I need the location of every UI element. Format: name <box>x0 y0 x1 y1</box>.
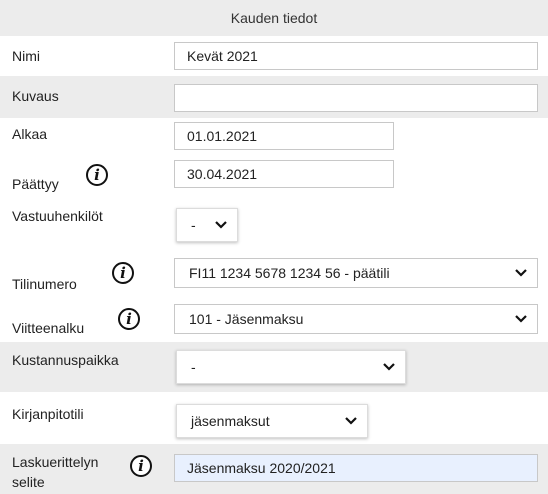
row-paattyy: Päättyy i 30.04.2021 <box>0 154 548 200</box>
section-title: Kauden tiedot <box>230 10 318 26</box>
kustannuspaikka-value: - <box>191 359 196 375</box>
kirjanpitotili-select[interactable]: jäsenmaksut <box>176 404 368 438</box>
laskuerittelyn-label-line2: selite <box>12 474 45 490</box>
paattyy-date-input[interactable]: 30.04.2021 <box>174 160 394 188</box>
row-laskuerittelyn-selite: Laskuerittelyn selite i Jäsenmaksu 2020/… <box>0 444 548 494</box>
laskuerittelyn-selite-input[interactable]: Jäsenmaksu 2020/2021 <box>174 454 538 482</box>
alkaa-date-input[interactable]: 01.01.2021 <box>174 122 394 150</box>
row-kirjanpitotili: Kirjanpitotili jäsenmaksut <box>0 392 548 444</box>
info-icon[interactable]: i <box>130 455 152 477</box>
row-viitteenalku: Viitteenalku i 101 - Jäsenmaksu <box>0 298 548 342</box>
vastuuhenkilot-select[interactable]: - <box>176 208 238 242</box>
alkaa-label: Alkaa <box>12 126 48 142</box>
nimi-input[interactable]: Kevät 2021 <box>174 42 538 70</box>
row-vastuuhenkilot: Vastuuhenkilöt - <box>0 200 548 250</box>
tilinumero-value: FI11 1234 5678 1234 56 - päätili <box>189 265 390 281</box>
chevron-down-icon <box>515 269 527 277</box>
section-header: Kauden tiedot <box>0 0 548 36</box>
tilinumero-label: Tilinumero <box>12 276 77 292</box>
row-kuvaus: Kuvaus <box>0 76 548 118</box>
paattyy-label: Päättyy <box>12 176 59 192</box>
row-alkaa: Alkaa 01.01.2021 <box>0 118 548 154</box>
laskuerittelyn-label-line1: Laskuerittelyn <box>12 454 99 470</box>
vastuuhenkilot-label: Vastuuhenkilöt <box>12 208 103 224</box>
kustannuspaikka-select[interactable]: - <box>176 350 406 384</box>
kustannuspaikka-label: Kustannuspaikka <box>12 352 119 368</box>
chevron-down-icon <box>383 363 395 371</box>
tilinumero-select[interactable]: FI11 1234 5678 1234 56 - päätili <box>174 258 538 288</box>
info-icon[interactable]: i <box>112 262 134 284</box>
kirjanpitotili-value: jäsenmaksut <box>191 413 270 429</box>
row-kustannuspaikka: Kustannuspaikka - <box>0 342 548 392</box>
kuvaus-label: Kuvaus <box>12 88 59 104</box>
chevron-down-icon <box>345 417 357 425</box>
kirjanpitotili-label: Kirjanpitotili <box>12 406 84 422</box>
nimi-label: Nimi <box>12 48 40 64</box>
info-icon[interactable]: i <box>118 308 140 330</box>
vastuuhenkilot-value: - <box>191 217 196 233</box>
chevron-down-icon <box>215 221 227 229</box>
row-tilinumero: Tilinumero i FI11 1234 5678 1234 56 - pä… <box>0 250 548 298</box>
chevron-down-icon <box>515 315 527 323</box>
kuvaus-input[interactable] <box>174 84 538 112</box>
viitteenalku-label: Viitteenalku <box>12 320 85 336</box>
info-icon[interactable]: i <box>86 164 108 186</box>
viitteenalku-select[interactable]: 101 - Jäsenmaksu <box>174 304 538 334</box>
viitteenalku-value: 101 - Jäsenmaksu <box>189 311 304 327</box>
row-nimi: Nimi Kevät 2021 <box>0 36 548 76</box>
